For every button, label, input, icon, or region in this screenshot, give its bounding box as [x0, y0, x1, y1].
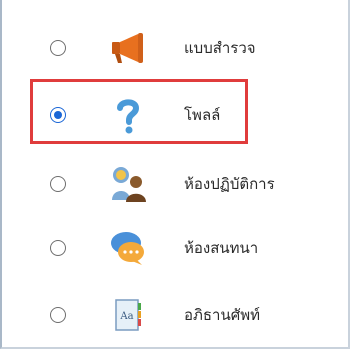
option-label: ห้องสนทนา	[184, 239, 259, 257]
option-chat[interactable]: ห้องสนทนา	[4, 214, 350, 282]
option-label: อภิธานศัพท์	[184, 306, 261, 324]
option-glossary[interactable]: Aa อภิธานศัพท์	[4, 281, 350, 349]
people-workshop-icon	[108, 164, 148, 204]
radio-survey[interactable]	[50, 40, 66, 56]
radio-workshop[interactable]	[50, 176, 66, 192]
activity-chooser-panel: แบบสำรวจ โพลล์ ห้องปฏิบัติการ ห้องสนทนา …	[0, 0, 350, 349]
option-survey[interactable]: แบบสำรวจ	[4, 14, 350, 82]
radio-chat[interactable]	[50, 240, 66, 256]
option-label: แบบสำรวจ	[184, 39, 256, 57]
highlight-box	[30, 79, 248, 144]
option-workshop[interactable]: ห้องปฏิบัติการ	[4, 150, 350, 218]
radio-glossary[interactable]	[50, 307, 66, 323]
chat-bubble-icon	[108, 228, 148, 268]
megaphone-icon	[108, 28, 148, 68]
glossary-icon-text: Aa	[119, 311, 133, 322]
option-label: ห้องปฏิบัติการ	[184, 175, 275, 193]
glossary-book-icon: Aa	[108, 295, 148, 335]
